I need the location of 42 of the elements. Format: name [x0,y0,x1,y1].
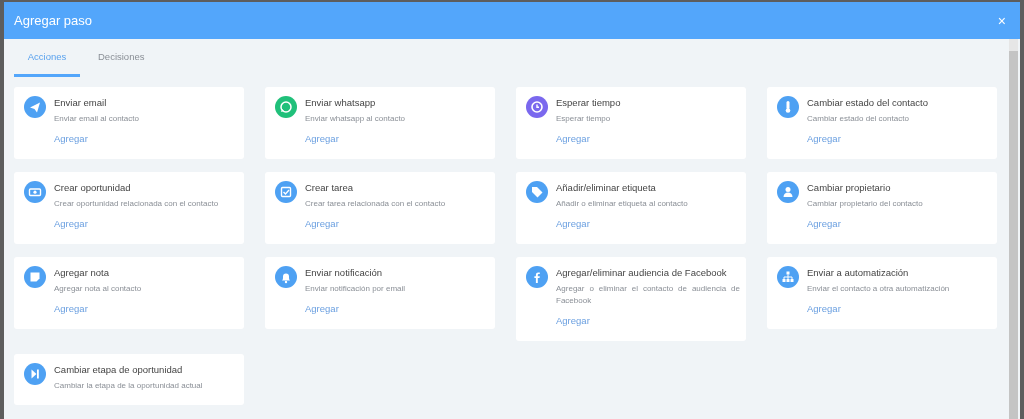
add-link[interactable]: Agregar [556,217,590,231]
add-link[interactable]: Agregar [807,132,841,146]
card-description: Enviar el contacto a otra automatización [807,283,951,295]
add-link[interactable]: Agregar [54,132,88,146]
add-link[interactable]: Agregar [807,217,841,231]
add-link[interactable]: Agregar [54,302,88,316]
card-title: Cambiar estado del contacto [807,96,929,110]
card-description: Agregar nota al contacto [54,283,143,295]
card-description: Enviar whatsapp al contacto [305,113,407,125]
add-link[interactable]: Agregar [305,302,339,316]
add-link[interactable]: Agregar [807,302,841,316]
card-title: Enviar notificación [305,266,384,280]
card-description: Crear tarea relacionada con el contacto [305,198,447,210]
card-description: Crear oportunidad relacionada con el contacto [54,198,220,210]
card-description: Enviar notificación por email [305,283,407,295]
tab[interactable]: Acciones [14,47,80,77]
card-title: Enviar a automatización [807,266,910,280]
add-link[interactable]: Agregar [556,314,590,328]
add-link[interactable]: Agregar [305,217,339,231]
card-description: Añadir o eliminar etiqueta al contacto [556,198,689,210]
card-title: Agregar/eliminar audiencia de Facebook [556,266,728,280]
tab[interactable]: Decisiones [86,47,152,77]
card-title: Crear tarea [305,181,355,195]
card-description: Agregar o eliminar el contacto de audiencia de Facebook [556,283,740,307]
dialog-title: Agregar paso [14,13,93,28]
card-description: Cambiar estado del contacto [807,113,910,125]
card-title: Crear oportunidad [54,181,132,195]
card-title: Cambiar etapa de oportunidad [54,363,184,377]
card-description: Cambiar la etapa de la oportunidad actual [54,380,204,392]
card-title: Añadir/eliminar etiqueta [556,181,657,195]
card-title: Enviar whatsapp [305,96,377,110]
card-title: Esperar tiempo [556,96,622,110]
add-link[interactable]: Agregar [305,132,339,146]
card-title: Cambiar propietario [807,181,892,195]
card-description: Cambiar propietario del contacto [807,198,924,210]
card-title: Agregar nota [54,266,110,280]
close-button[interactable]: × [993,12,1010,29]
add-link[interactable]: Agregar [556,132,590,146]
card-description: Esperar tiempo [556,113,612,125]
add-link[interactable]: Agregar [54,217,88,231]
card-title: Enviar email [54,96,108,110]
card-description: Enviar email al contacto [54,113,140,125]
